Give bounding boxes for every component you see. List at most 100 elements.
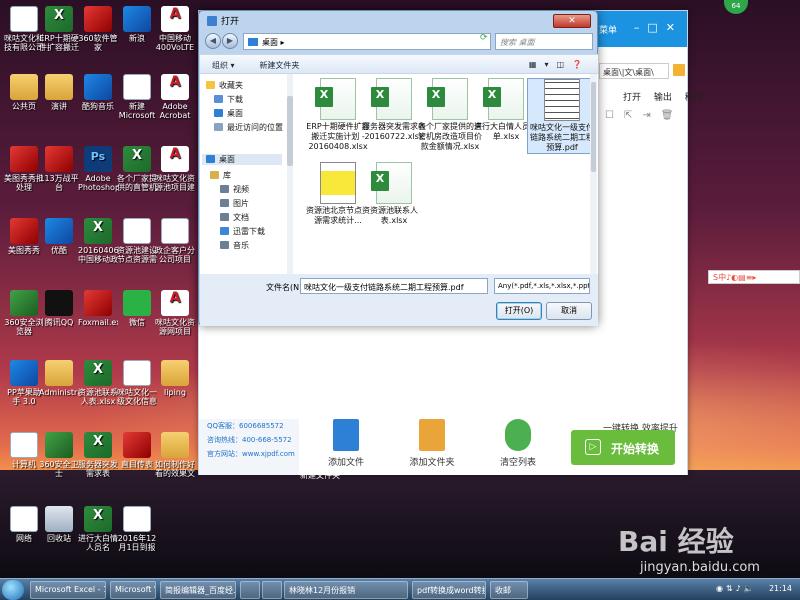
folder-icon: [45, 74, 73, 100]
file-name: 资源池联系人表.xlsx: [370, 206, 418, 225]
desktop-icon-item[interactable]: 进行大白情人员名单.xlsx: [78, 506, 118, 552]
file-item[interactable]: 咪咕文化一级支付链路系统二期工程预算.pdf: [527, 78, 597, 154]
output-path-field[interactable]: 桌面\|文\桌面\: [599, 63, 669, 79]
nav-music[interactable]: 音乐: [220, 240, 249, 251]
excel-file-icon: [483, 78, 524, 120]
desktop-icon-item[interactable]: 咪咕文化资源池项目建工...: [155, 146, 195, 192]
taskbar-item[interactable]: 收邮: [490, 581, 528, 599]
folder-icon: [10, 74, 38, 100]
desktop-icon-item[interactable]: 计算机: [4, 432, 44, 478]
back-button[interactable]: ◀: [205, 33, 221, 49]
desktop-icon-item[interactable]: 360软件管家: [78, 6, 118, 52]
desktop-icon-item[interactable]: 直目传表: [117, 432, 157, 478]
desktop-icon-item[interactable]: 网络: [4, 506, 44, 552]
desktop-icon-item[interactable]: 113万战平台: [39, 146, 79, 192]
desktop-icon-item[interactable]: 资源池联系人表.xlsx: [78, 360, 118, 406]
view-options-icon[interactable]: ▦▾◫❓: [529, 60, 590, 69]
menu-label[interactable]: 菜单: [599, 23, 617, 36]
recent-icon: [214, 123, 223, 131]
website-link[interactable]: 官方网站：www.xjpdf.com: [199, 447, 299, 461]
add-folder-button[interactable]: 添加文件夹: [397, 419, 467, 468]
window-controls-icon[interactable]: –□✕: [634, 21, 683, 34]
filename-input[interactable]: 咪咕文化一级支付链路系统二期工程预算.pdf: [300, 278, 488, 294]
taskbar-item[interactable]: [240, 581, 260, 599]
desktop-icon-item[interactable]: PP苹果助手 3.0: [4, 360, 44, 406]
open-button[interactable]: 打开(O): [496, 302, 542, 320]
desktop-icon-item[interactable]: 新浪: [117, 6, 157, 52]
desktop-icon-item[interactable]: liping: [155, 360, 195, 406]
address-bar[interactable]: 桌面 ▸: [243, 33, 491, 50]
taskbar-item[interactable]: 简报编辑器_百度经...: [160, 581, 236, 599]
taskbar-item[interactable]: Microsoft Word: [110, 581, 156, 599]
desktop-icon-item[interactable]: 美图秀秀批处理: [4, 146, 44, 192]
nav-recent[interactable]: 最近访问的位置: [214, 122, 283, 133]
desktop-icon-item[interactable]: 20160406中国移动政企...: [78, 218, 118, 264]
close-button[interactable]: ✕: [553, 14, 591, 28]
desktop-icon-item[interactable]: 咪咕文化一级文化信息系...: [117, 360, 157, 406]
new-folder-button[interactable]: 新建文件夹: [259, 60, 299, 71]
desktop-icon-item[interactable]: 优酷: [39, 218, 79, 264]
nav-video[interactable]: 视频: [220, 184, 249, 195]
nav-downloads[interactable]: 下载: [214, 94, 243, 105]
desktop-icon-item[interactable]: ERP十期硬件扩容搬迁实...: [39, 6, 79, 52]
desktop-icon-item[interactable]: 各个厂家提供的直管机房改...: [117, 146, 157, 192]
desktop-icon-item[interactable]: 360安全浏览器: [4, 290, 44, 336]
clear-list-button[interactable]: 清空列表: [483, 419, 553, 468]
nav-pictures[interactable]: 图片: [220, 198, 249, 209]
desktop-icon-item[interactable]: 政企客户分公司项目组...: [155, 218, 195, 264]
desktop-icon-item[interactable]: 美图秀秀: [4, 218, 44, 264]
add-file-button[interactable]: 添加文件: [311, 419, 381, 468]
refresh-icon[interactable]: ⟳: [480, 33, 492, 50]
desktop-icon-item[interactable]: 2016年12月1日到报表...: [117, 506, 157, 552]
row-action-icons[interactable]: ☐⇱⇥🗑: [605, 110, 683, 121]
nav-thunder[interactable]: 迅雷下载: [220, 226, 265, 237]
desktop-icon-item[interactable]: 咪咕文化资源网项目 201...: [155, 290, 195, 336]
taskbar-item[interactable]: Microsoft Excel - 1...: [30, 581, 106, 599]
cancel-button[interactable]: 取消: [546, 302, 592, 320]
desktop-icon-item[interactable]: Adobe Photoshop: [78, 146, 118, 192]
desktop-icon-item[interactable]: 腾讯QQ: [39, 290, 79, 336]
favorites-header[interactable]: 收藏夹: [206, 80, 243, 91]
desktop-icon-item[interactable]: 服务器突发需求表20160722...: [78, 432, 118, 478]
taskbar-item[interactable]: 林晓林12月份报销: [284, 581, 408, 599]
doc-icon: [123, 360, 151, 386]
desktop-icon-item[interactable]: 回收站: [39, 506, 79, 552]
clock[interactable]: 21:14: [769, 584, 792, 593]
file-item[interactable]: 资源池联系人表.xlsx: [359, 162, 429, 236]
organize-menu[interactable]: 组织 ▾: [212, 60, 235, 71]
nav-desktop[interactable]: 桌面: [214, 108, 243, 119]
system-tray-icons[interactable]: ◉⇅♪🔈: [716, 584, 757, 593]
desktop-icon-item[interactable]: 演讲: [39, 74, 79, 120]
folder-icon[interactable]: [673, 64, 685, 76]
scroll-thumb[interactable]: [591, 82, 596, 172]
desktop-icon-item[interactable]: 咪咕文化科技有限公司采购: [4, 6, 44, 52]
start-button[interactable]: [2, 580, 24, 600]
taskbar-item[interactable]: [262, 581, 282, 599]
desktop-icon-item[interactable]: Adobe Acrobat ...: [155, 74, 195, 120]
search-input[interactable]: 搜索 桌面: [495, 33, 593, 50]
nav-documents[interactable]: 文档: [220, 212, 249, 223]
desktop-icon-item[interactable]: 公共页: [4, 74, 44, 120]
start-convert-button[interactable]: ▷ 开始转换: [571, 430, 675, 465]
desktop-icon-item[interactable]: 新建 Microsoft ...: [117, 74, 157, 120]
forward-button[interactable]: ▶: [222, 33, 238, 49]
ime-toolbar[interactable]: S中♪◐▤≡▸: [708, 270, 800, 284]
excel-file-icon: [371, 78, 412, 120]
nav-libraries[interactable]: 库: [210, 170, 231, 181]
desktop-icon-item[interactable]: 360安全卫士: [39, 432, 79, 478]
desktop-icon-item[interactable]: 微信: [117, 290, 157, 336]
desktop-icon-item[interactable]: 如何制作好看的效果文字: [155, 432, 195, 478]
file-scrollbar[interactable]: [590, 74, 597, 274]
desktop-icon-item[interactable]: 酷狗音乐: [78, 74, 118, 120]
qq-link[interactable]: QQ客服：6006685572: [199, 419, 299, 433]
taskbar-item[interactable]: pdf转换成word转换...: [412, 581, 486, 599]
desktop-icon-item[interactable]: Administrat...: [39, 360, 79, 406]
filetype-select[interactable]: Any(*.pdf,*.xls,*.xlsx,*.ppt,*.pptx: [494, 278, 590, 294]
desktop-icon-item[interactable]: 中国移动400VoLTE改造...: [155, 6, 195, 52]
desktop-icon-label: 新建 Microsoft ...: [118, 102, 156, 120]
nav-desktop-root[interactable]: 桌面: [202, 154, 282, 165]
hotline-link[interactable]: 咨询热线：400-668-5572: [199, 433, 299, 447]
desktop-icon-item[interactable]: 资源池建设节点资源需求...: [117, 218, 157, 264]
desktop-icon-item[interactable]: Foxmail.exe: [78, 290, 118, 336]
desktop-icon-label: 计算机: [12, 460, 36, 469]
